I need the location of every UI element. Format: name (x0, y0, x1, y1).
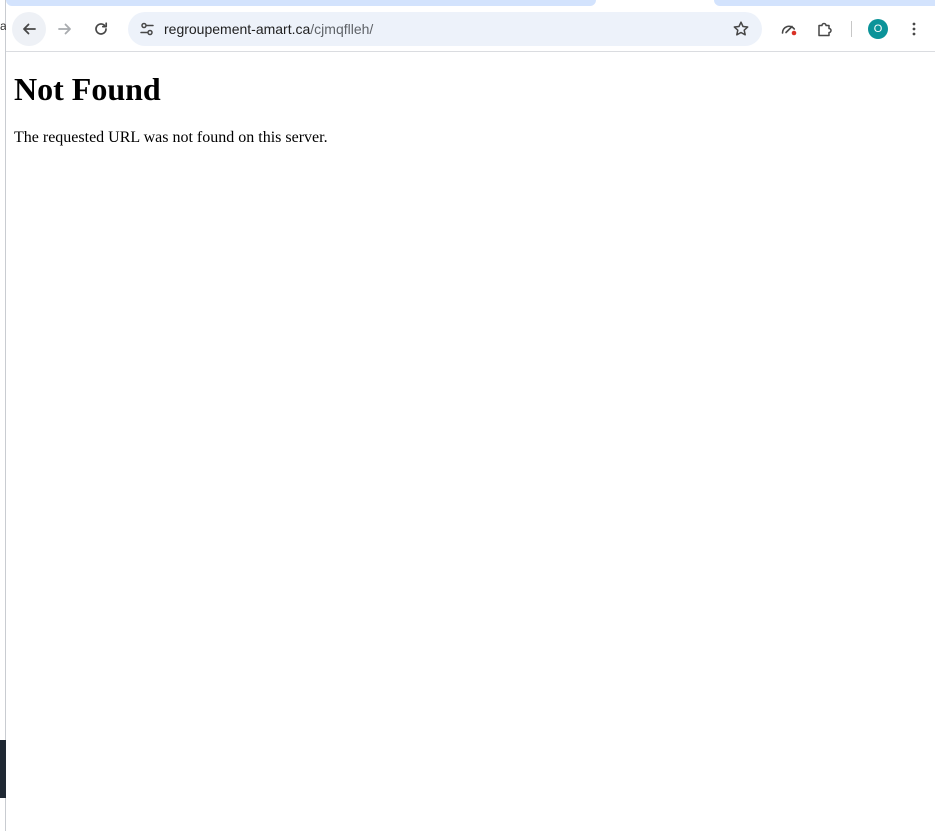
reload-icon (95, 22, 108, 35)
performance-button[interactable] (772, 12, 806, 46)
tune-icon (140, 22, 154, 36)
menu-button[interactable] (897, 12, 931, 46)
url-path: /cjmqflleh/ (310, 21, 374, 37)
error-message: The requested URL was not found on this … (14, 129, 328, 146)
forward-button[interactable] (48, 12, 82, 46)
extensions-button[interactable] (808, 12, 842, 46)
bookmark-button[interactable] (728, 16, 754, 42)
profile-avatar[interactable]: O (868, 19, 888, 39)
page-heading: Not Found (14, 71, 161, 107)
toolbar-divider (851, 21, 852, 37)
arrow-left-icon (23, 23, 36, 35)
more-vertical-icon (912, 22, 916, 36)
browser-toolbar: regroupement-amart.ca/cjmqflleh/ O (6, 6, 935, 52)
address-bar[interactable]: regroupement-amart.ca/cjmqflleh/ (128, 12, 762, 46)
site-info-button[interactable] (134, 16, 160, 42)
page-content: Not Found The requested URL was not foun… (6, 53, 935, 831)
back-button[interactable] (12, 12, 46, 46)
browser-window: regroupement-amart.ca/cjmqflleh/ O Not F… (6, 0, 935, 831)
performance-icon (781, 25, 797, 36)
star-icon (733, 21, 749, 36)
url-host: regroupement-amart.ca (164, 21, 311, 37)
puzzle-icon (818, 22, 832, 37)
reload-button[interactable] (84, 12, 118, 46)
arrow-right-icon (58, 23, 71, 35)
address-url[interactable]: regroupement-amart.ca/cjmqflleh/ (164, 20, 373, 38)
